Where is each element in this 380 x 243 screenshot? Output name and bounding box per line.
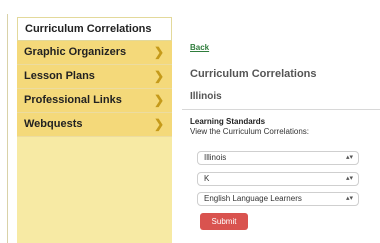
state-subtitle: Illinois <box>190 91 222 102</box>
chevron-right-icon: ❯ <box>153 45 164 59</box>
state-select[interactable]: Illinois ▴▾ <box>197 151 359 165</box>
select-arrows-icon: ▴▾ <box>345 195 353 202</box>
sidebar-item-webquests[interactable]: Webquests ❯ <box>17 113 172 137</box>
select-value: K <box>204 174 210 183</box>
chevron-right-icon: ❯ <box>153 93 164 107</box>
sidebar-item-label: Lesson Plans <box>24 70 95 82</box>
sidebar-item-label: Professional Links <box>24 94 122 106</box>
select-arrows-icon: ▴▾ <box>345 154 353 161</box>
select-value: Illinois <box>204 153 227 162</box>
submit-button[interactable]: Submit <box>200 213 248 230</box>
subject-select[interactable]: English Language Learners ▴▾ <box>197 192 359 206</box>
select-arrows-icon: ▴▾ <box>345 175 353 182</box>
chevron-right-icon: ❯ <box>153 69 164 83</box>
sidebar-item-graphic-organizers[interactable]: Graphic Organizers ❯ <box>17 41 172 65</box>
divider <box>182 109 380 110</box>
chevron-right-icon: ❯ <box>153 117 164 131</box>
select-value: English Language Learners <box>204 194 302 203</box>
back-link[interactable]: Back <box>190 43 209 52</box>
section-description: View the Curriculum Correlations: <box>190 127 310 136</box>
page-title: Curriculum Correlations <box>190 68 317 80</box>
section-label: Learning Standards <box>190 117 266 126</box>
sidebar-header: Curriculum Correlations <box>17 17 172 41</box>
sidebar-item-label: Webquests <box>24 118 83 130</box>
top-strip <box>0 0 380 14</box>
sidebar-item-professional-links[interactable]: Professional Links ❯ <box>17 89 172 113</box>
sidebar-item-label: Graphic Organizers <box>24 46 127 58</box>
sidebar-item-lesson-plans[interactable]: Lesson Plans ❯ <box>17 65 172 89</box>
grade-select[interactable]: K ▴▾ <box>197 172 359 186</box>
left-border <box>7 14 8 243</box>
